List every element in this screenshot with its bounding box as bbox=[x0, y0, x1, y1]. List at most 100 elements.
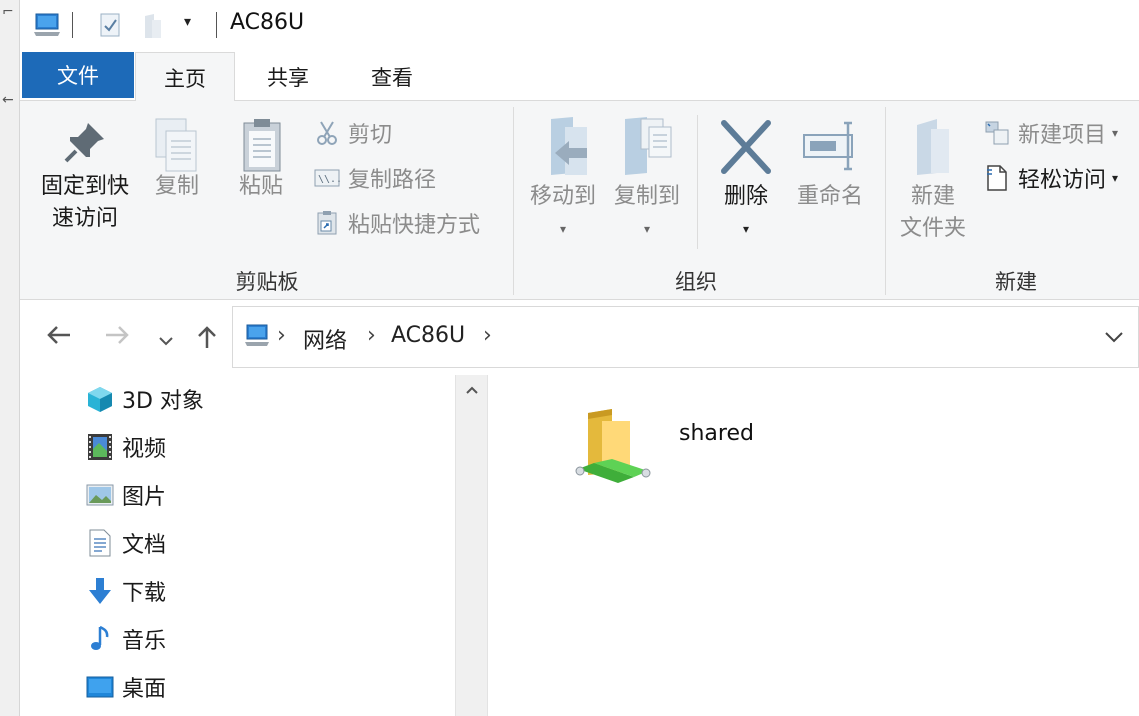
svg-text:\\..: \\.. bbox=[318, 174, 340, 185]
paste-shortcut-icon bbox=[314, 210, 340, 236]
new-folder-button[interactable]: 新建 文件夹 bbox=[892, 117, 974, 245]
nav-item-downloads[interactable]: 下载 bbox=[86, 574, 166, 608]
scroll-up-icon[interactable] bbox=[465, 383, 479, 399]
music-icon bbox=[86, 625, 114, 653]
videos-icon bbox=[86, 433, 114, 461]
nav-item-label: 音乐 bbox=[122, 629, 167, 654]
clipboard-group-label: 剪贴板 bbox=[235, 270, 299, 294]
ribbon-tabs: 文件 主页 共享 查看 bbox=[20, 52, 1139, 102]
pin-label-line1: 固定到快 bbox=[40, 174, 129, 199]
computer-icon bbox=[32, 12, 62, 42]
paste-icon bbox=[236, 117, 286, 172]
nav-item-music[interactable]: 音乐 bbox=[86, 622, 166, 656]
nav-item-videos[interactable]: 视频 bbox=[86, 430, 166, 464]
breadcrumb-separator-icon[interactable]: › bbox=[483, 323, 492, 348]
easy-access-button[interactable]: 轻松访问 ▾ bbox=[984, 162, 1118, 194]
file-explorer-window: ▾ AC86U 文件 主页 共享 查看 固定到快 速访问 复制 粘贴 剪切 \\… bbox=[20, 0, 1139, 716]
back-arrow-icon[interactable] bbox=[46, 324, 72, 352]
tab-home[interactable]: 主页 bbox=[135, 52, 235, 102]
list-item-shared[interactable]: shared bbox=[572, 393, 832, 493]
tab-file[interactable]: 文件 bbox=[22, 52, 134, 98]
pictures-icon bbox=[86, 481, 114, 509]
rename-icon bbox=[800, 117, 860, 177]
network-computer-icon bbox=[243, 323, 271, 353]
nav-item-pictures[interactable]: 图片 bbox=[86, 478, 166, 512]
new-folder-quick-icon[interactable] bbox=[142, 12, 164, 44]
file-list: shared bbox=[490, 375, 1139, 716]
nav-item-label: 下载 bbox=[122, 581, 167, 606]
recent-locations-chevron-icon[interactable] bbox=[158, 328, 174, 353]
address-bar[interactable]: › 网络 › AC86U › bbox=[232, 306, 1139, 368]
ribbon-home: 固定到快 速访问 复制 粘贴 剪切 \\.. 复制路径 粘贴快捷方式 剪贴板 移… bbox=[20, 101, 1139, 300]
copy-button[interactable]: 复制 bbox=[146, 117, 208, 203]
pin-to-quick-access-button[interactable]: 固定到快 速访问 bbox=[32, 117, 138, 235]
easy-access-dropdown-icon: ▾ bbox=[1112, 171, 1119, 185]
move-to-button[interactable]: 移动到 ▾ bbox=[523, 117, 603, 245]
title-separator bbox=[216, 12, 217, 38]
navigation-pane-scrollbar[interactable] bbox=[455, 375, 488, 716]
delete-label: 删除 bbox=[723, 184, 768, 209]
edge-glyph-icon: ⌐ bbox=[2, 4, 14, 20]
move-to-dropdown-icon: ▾ bbox=[559, 222, 567, 236]
tab-share[interactable]: 共享 bbox=[238, 52, 338, 101]
title-bar: ▾ AC86U bbox=[20, 0, 1139, 48]
address-dropdown-icon[interactable] bbox=[1104, 329, 1124, 348]
customize-quick-access-icon[interactable]: ▾ bbox=[184, 14, 191, 30]
rename-button[interactable]: 重命名 bbox=[790, 117, 870, 213]
copy-to-icon bbox=[619, 117, 675, 177]
new-folder-label-line2: 文件夹 bbox=[899, 216, 966, 241]
nav-item-documents[interactable]: 文档 bbox=[86, 526, 166, 560]
paste-label: 粘贴 bbox=[238, 174, 283, 199]
pin-icon bbox=[60, 117, 110, 167]
breadcrumb-network[interactable]: 网络 bbox=[303, 323, 347, 355]
group-separator bbox=[885, 107, 886, 295]
new-item-dropdown-icon: ▾ bbox=[1112, 126, 1119, 140]
3d-objects-icon bbox=[86, 385, 114, 413]
quick-access-separator bbox=[72, 12, 73, 38]
cut-label: 剪切 bbox=[348, 123, 393, 148]
nav-item-3d-objects[interactable]: 3D 对象 bbox=[86, 382, 204, 416]
documents-icon bbox=[86, 529, 114, 557]
delete-dropdown-icon: ▾ bbox=[742, 222, 750, 236]
breadcrumb-separator-icon[interactable]: › bbox=[277, 323, 286, 348]
paste-button[interactable]: 粘贴 bbox=[230, 117, 292, 203]
copy-icon bbox=[152, 117, 202, 172]
organize-group-label: 组织 bbox=[675, 270, 717, 294]
paste-shortcut-button[interactable]: 粘贴快捷方式 bbox=[314, 207, 480, 239]
desktop-icon bbox=[86, 673, 114, 701]
nav-item-label: 文档 bbox=[122, 533, 167, 558]
new-folder-icon bbox=[911, 117, 955, 177]
new-item-button[interactable]: 新建项目 ▾ bbox=[984, 117, 1118, 149]
downloads-icon bbox=[86, 577, 114, 605]
easy-access-icon bbox=[984, 165, 1010, 191]
properties-icon[interactable] bbox=[98, 12, 122, 42]
copy-to-dropdown-icon: ▾ bbox=[643, 222, 651, 236]
copy-path-button[interactable]: \\.. 复制路径 bbox=[314, 162, 436, 194]
edge-back-icon: ← bbox=[2, 92, 14, 108]
navigation-bar: › 网络 › AC86U › bbox=[20, 306, 1139, 368]
nav-item-label: 图片 bbox=[122, 485, 167, 510]
rename-label: 重命名 bbox=[796, 184, 863, 209]
nav-item-label: 3D 对象 bbox=[122, 389, 204, 414]
copy-to-button[interactable]: 复制到 ▾ bbox=[607, 117, 687, 245]
list-item-name: shared bbox=[679, 421, 754, 446]
move-to-label: 移动到 bbox=[529, 184, 596, 209]
network-share-folder-icon bbox=[572, 393, 652, 489]
breadcrumb-ac86u[interactable]: AC86U bbox=[391, 323, 465, 348]
nav-item-desktop[interactable]: 桌面 bbox=[86, 670, 166, 704]
scissors-icon bbox=[314, 120, 340, 146]
nav-item-label: 桌面 bbox=[122, 677, 167, 702]
new-folder-label-line1: 新建 bbox=[910, 184, 955, 209]
navigation-pane: 3D 对象 视频 图片 文档 下载 音乐 桌面 bbox=[20, 375, 473, 716]
new-item-icon bbox=[984, 120, 1010, 146]
new-group-label: 新建 bbox=[995, 270, 1037, 294]
copy-to-label: 复制到 bbox=[613, 184, 680, 209]
delete-x-icon bbox=[718, 117, 774, 177]
delete-button[interactable]: 删除 ▾ bbox=[714, 117, 778, 245]
move-to-icon bbox=[535, 117, 591, 177]
up-arrow-icon[interactable] bbox=[196, 324, 218, 356]
tab-view[interactable]: 查看 bbox=[342, 52, 442, 101]
cut-button[interactable]: 剪切 bbox=[314, 117, 392, 149]
forward-arrow-icon[interactable] bbox=[104, 324, 130, 352]
breadcrumb-separator-icon[interactable]: › bbox=[367, 323, 376, 348]
